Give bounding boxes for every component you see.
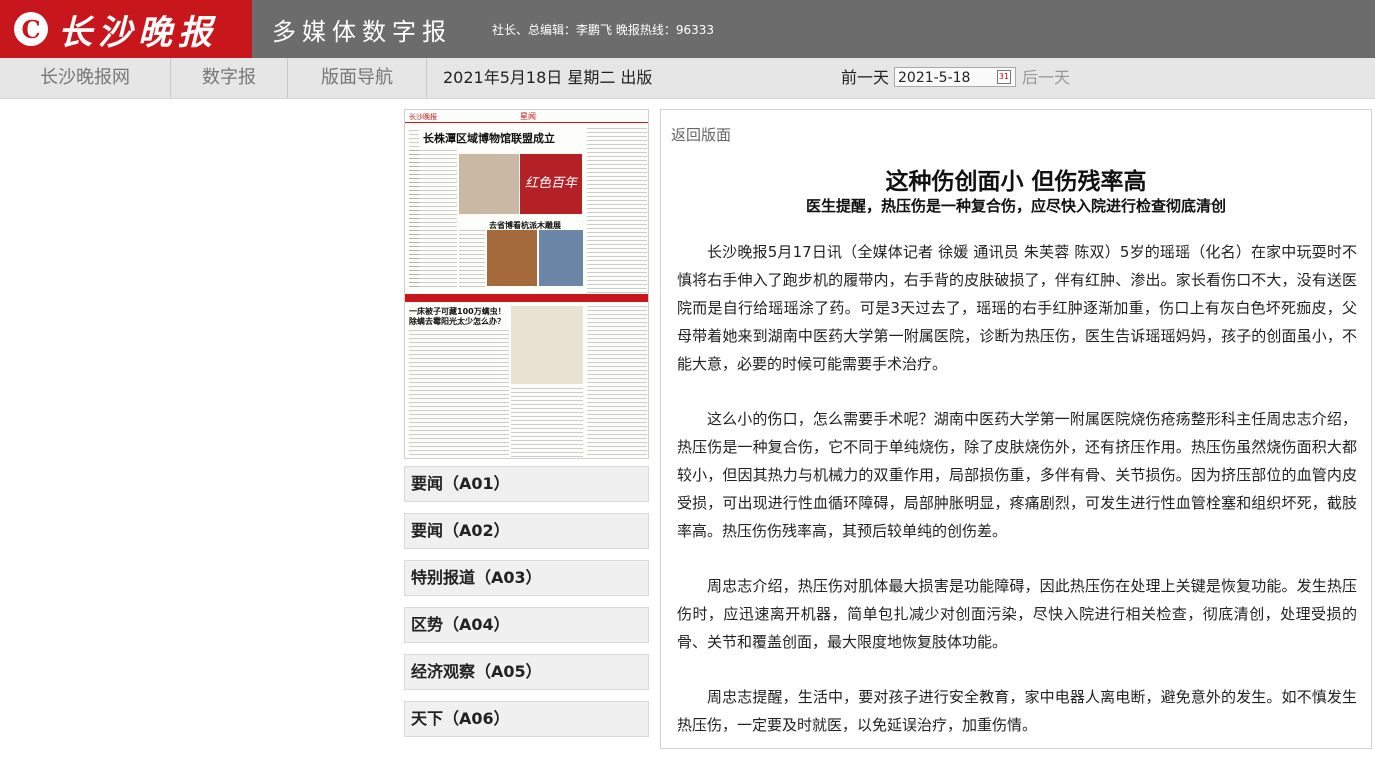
logo-text: 长沙晚报 — [58, 12, 218, 53]
thumbnail-text-block — [511, 388, 583, 458]
article-paragraph: 周忠志提醒，生活中，要对孩子进行安全教育，家中电器人离电断，避免意外的发生。如不… — [677, 688, 1357, 734]
thumbnail-illustration — [511, 306, 583, 384]
date-input-value: 2021-5-18 — [898, 70, 971, 86]
section-link-a04[interactable]: 区势（A04） — [404, 607, 649, 643]
article-paragraph: 周忠志介绍，热压伤对肌体最大损害是功能障碍，因此热压伤在处理上关键是恢复功能。发… — [677, 577, 1357, 651]
date-input[interactable]: 2021-5-18 31 — [894, 67, 1016, 87]
thumbnail-logo: 长沙晚报 — [409, 113, 437, 121]
section-link-a06[interactable]: 天下（A06） — [404, 701, 649, 737]
thumbnail-text-block — [459, 230, 485, 290]
nav-link-page-navigation[interactable]: 版面导航 — [288, 58, 427, 98]
editor-info: 社长、总编辑：李鹏飞 晚报热线：96333 — [492, 23, 714, 37]
section-link-a01[interactable]: 要闻（A01） — [404, 466, 649, 502]
site-logo[interactable]: C 长沙晚报 — [0, 0, 252, 58]
thumbnail-text-block — [409, 330, 509, 458]
thumbnail-headline[interactable]: 除螨去霉阳光太少怎么办？ — [409, 316, 505, 327]
thumbnail-text-block — [587, 306, 647, 458]
article-title: 这种伤创面小 但伤残率高 — [885, 169, 1147, 195]
thumbnail-text-block — [409, 150, 457, 290]
thumbnail-headline[interactable]: 长株潭区域博物馆联盟成立 — [423, 130, 555, 146]
article-paragraph: 这么小的伤口，怎么需要手术呢？湖南中医药大学第一附属医院烧伤疮疡整形科主任周忠志… — [677, 410, 1357, 540]
thumbnail-photo: 红色百年 — [520, 154, 582, 214]
next-day-link[interactable]: 后一天 — [1022, 58, 1070, 98]
thumbnail-photo — [539, 230, 583, 286]
thumbnail-divider — [405, 294, 648, 302]
calendar-icon[interactable]: 31 — [997, 70, 1011, 84]
thumbnail-photo — [487, 230, 537, 286]
section-link-a03[interactable]: 特别报道（A03） — [404, 560, 649, 596]
section-link-a05[interactable]: 经济观察（A05） — [404, 654, 649, 690]
section-link-a02[interactable]: 要闻（A02） — [404, 513, 649, 549]
top-header: C 长沙晚报 多媒体数字报 社长、总编辑：李鹏飞 晚报热线：96333 — [0, 0, 1375, 58]
nav-link-digital-paper[interactable]: 数字报 — [171, 58, 288, 98]
publish-date: 2021年5月18日 星期二 出版 — [443, 68, 653, 87]
nav-bar: 长沙晚报网 数字报 版面导航 2021年5月18日 星期二 出版 前一天 202… — [0, 58, 1375, 99]
thumbnail-masthead: 长沙晚报 星闻 — [405, 110, 648, 123]
logo-icon: C — [14, 12, 48, 46]
nav-link-csbw[interactable]: 长沙晚报网 — [0, 58, 171, 98]
thumbnail-photo — [459, 154, 519, 214]
article-body: 长沙晚报5月17日讯（全媒体记者 徐媛 通讯员 朱芙蓉 陈双）5岁的瑶瑶（化名）… — [677, 238, 1357, 766]
back-to-page-link[interactable]: 返回版面 — [671, 124, 731, 145]
site-title: 多媒体数字报 — [272, 18, 452, 46]
article-panel: 返回版面 这种伤创面小 但伤残率高 医生提醒，热压伤是一种复合伤，应尽快入院进行… — [660, 109, 1372, 749]
thumbnail-text-block — [587, 128, 647, 293]
article-paragraph: 长沙晚报5月17日讯（全媒体记者 徐媛 通讯员 朱芙蓉 陈双）5岁的瑶瑶（化名）… — [677, 243, 1357, 373]
article-subtitle: 医生提醒，热压伤是一种复合伤，应尽快入院进行检查彻底清创 — [805, 197, 1226, 215]
prev-day-link[interactable]: 前一天 — [841, 58, 889, 98]
page-thumbnail[interactable]: 长沙晚报 星闻 长株潭区域博物馆联盟成立 红色百年 去省博看杭派木雕展 一床被子… — [404, 109, 649, 459]
thumbnail-section: 星闻 — [520, 112, 536, 121]
